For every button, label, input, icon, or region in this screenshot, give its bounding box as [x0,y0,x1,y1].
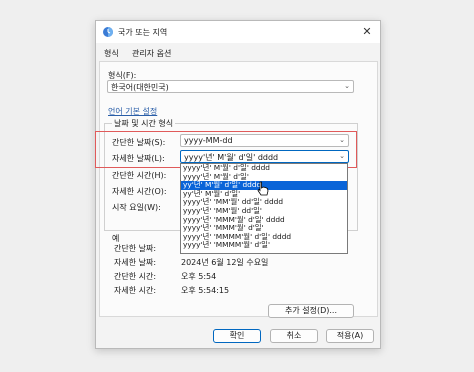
short-time-label: 간단한 시간(H): [112,171,167,180]
example-short-time-label: 간단한 시간: [114,272,157,281]
format-value: 한국어(대한민국) [111,83,169,92]
short-date-value: yyyy-MM-dd [184,136,233,145]
datetime-group-title: 날짜 및 시간 형식 [112,118,176,129]
first-day-label: 시작 요일(W): [112,203,161,212]
example-long-time-value: 오후 5:54:15 [181,286,230,295]
short-date-label: 간단한 날짜(S): [112,138,166,147]
apply-button[interactable]: 적용(A) [326,329,374,343]
example-long-date-label: 자세한 날짜: [114,258,157,267]
tab-format[interactable]: 형식 [104,48,119,62]
chevron-down-icon: ⌄ [339,152,345,160]
close-icon: ✕ [362,25,372,38]
example-long-time-label: 자세한 시간: [114,286,157,295]
example-long-date-value: 2024년 6월 12일 수요일 [181,258,269,267]
tab-bar: 형식 관리자 옵션 [96,45,380,62]
short-date-select[interactable]: yyyy-MM-dd ⌄ [180,134,349,147]
more-settings-button[interactable]: 추가 설정(D)... [268,304,354,318]
example-short-date-label: 간단한 날짜: [114,244,157,253]
chevron-down-icon: ⌄ [344,82,350,90]
tab-admin-options[interactable]: 관리자 옵션 [132,48,171,59]
long-date-dropdown-list: yyyy'년' M'월' d'일' dddd yyyy'년' M'월' d'일'… [180,163,348,254]
long-time-label: 자세한 시간(O): [112,187,167,196]
close-button[interactable]: ✕ [360,25,374,39]
long-date-select[interactable]: yyyy'년' M'월' d'일' dddd ⌄ [180,150,349,163]
hand-pointer-icon [257,181,269,196]
language-preferences-link[interactable]: 언어 기본 설정 [108,106,157,117]
window-title: 국가 또는 지역 [118,28,168,37]
title-bar: 국가 또는 지역 ✕ [96,21,380,43]
format-select[interactable]: 한국어(대한민국) ⌄ [107,80,354,93]
chevron-down-icon: ⌄ [339,136,345,144]
globe-clock-icon [103,27,113,37]
cancel-button[interactable]: 취소 [270,329,318,343]
ok-button[interactable]: 확인 [213,329,261,343]
long-date-label: 자세한 날짜(L): [112,154,165,163]
example-short-time-value: 오후 5:54 [181,272,217,281]
long-date-value: yyyy'년' M'월' d'일' dddd [184,153,279,162]
dropdown-option[interactable]: yyyy'년' 'MMMM'월' d'일' [181,241,347,250]
